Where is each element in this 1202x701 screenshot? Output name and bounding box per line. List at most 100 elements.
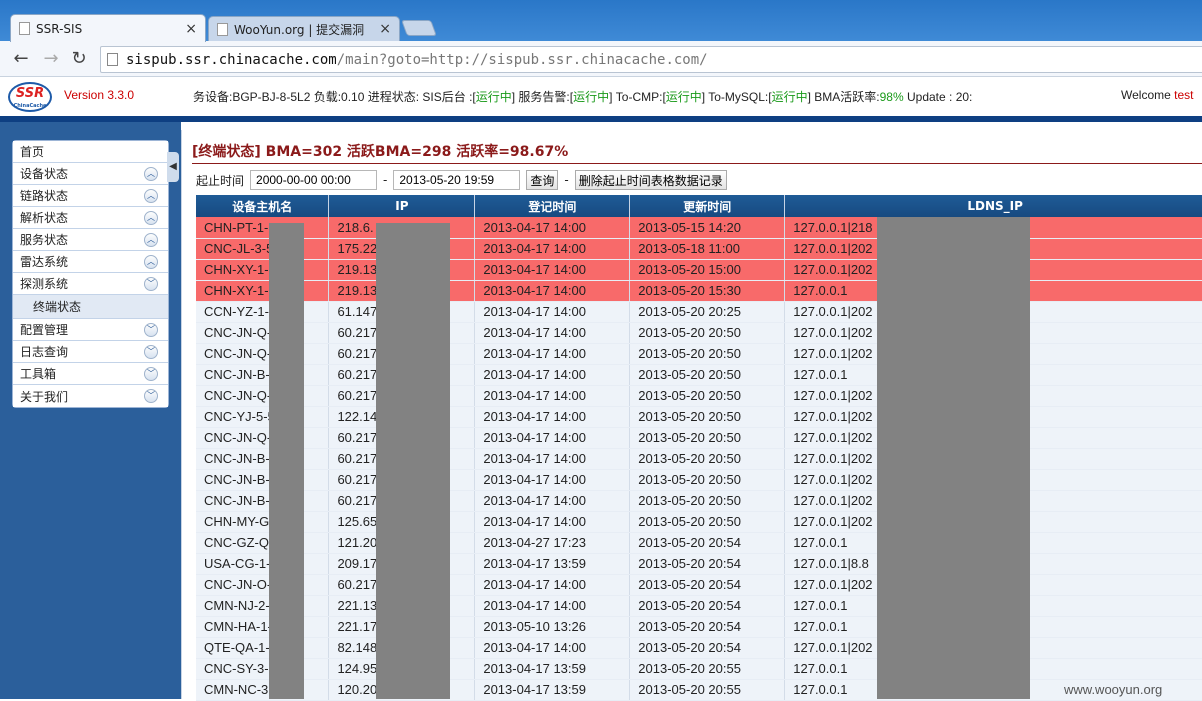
url-host: sispub.ssr.chinacache.com <box>126 51 337 68</box>
chevron-up-icon[interactable]: ︿ <box>144 233 158 247</box>
redaction-bar <box>376 223 450 699</box>
sidebar-collapse-handle[interactable]: ◀ <box>167 152 179 182</box>
column-header-ldns-ip[interactable]: LDNS_IP <box>784 195 1202 217</box>
sidebar-item-link-status[interactable]: 链路状态 ︿ <box>13 185 168 207</box>
welcome-label: Welcome <box>1121 88 1171 102</box>
chevron-up-icon[interactable]: ︿ <box>144 211 158 225</box>
table-row[interactable]: CNC-JN-Q- 60.217 2013-04-17 14:00 2013-05-2… <box>196 322 1202 344</box>
table-row[interactable]: CHN-PT-1- 218.6. 2013-04-17 14:00 2013-05-1… <box>196 217 1202 239</box>
cell-register-time: 2013-05-10 13:26 <box>474 616 631 638</box>
chevron-down-icon[interactable]: ﹀ <box>144 389 158 403</box>
column-header-ip[interactable]: IP <box>328 195 476 217</box>
table-row[interactable]: QTE-QA-1- 82.148 2013-04-17 14:00 2013-05-2… <box>196 637 1202 659</box>
table-row[interactable]: USA-CG-1- 209.17 2013-04-17 13:59 2013-05-2… <box>196 553 1202 575</box>
forward-arrow-icon[interactable]: → <box>40 48 62 70</box>
tab-wooyun[interactable]: WooYun.org | 提交漏洞 × <box>208 16 400 41</box>
sidebar-item-about[interactable]: 关于我们 ﹀ <box>13 385 168 407</box>
table-row[interactable]: CNC-JN-Q- 60.217 2013-04-17 14:00 2013-05-2… <box>196 385 1202 407</box>
table-row[interactable]: CNC-JN-Q- 60.217 2013-04-17 14:00 2013-05-2… <box>196 343 1202 365</box>
cell-update-time: 2013-05-20 20:50 <box>629 406 786 428</box>
cell-register-time: 2013-04-17 14:00 <box>474 595 631 617</box>
cell-update-time: 2013-05-18 11:00 <box>629 238 786 260</box>
cell-update-time: 2013-05-20 15:00 <box>629 259 786 281</box>
sidebar-item-service-status[interactable]: 服务状态 ︿ <box>13 229 168 251</box>
table-row[interactable]: CNC-JN-O- 60.217 2013-04-17 14:00 2013-05-2… <box>196 574 1202 596</box>
query-button[interactable]: 查询 <box>526 170 559 190</box>
tab-ssr-sis[interactable]: SSR-SIS × <box>10 14 206 42</box>
sidebar-item-label: 工具箱 <box>20 367 57 381</box>
back-arrow-icon[interactable]: ← <box>10 48 32 70</box>
column-header-hostname[interactable]: 设备主机名 <box>196 195 330 217</box>
sidebar-item-label: 设备状态 <box>20 167 69 181</box>
status-ticker: 务设备:BGP-BJ-8-5L2 负载:0.10 进程状态: SIS后台 :[运… <box>193 88 973 105</box>
sidebar-item-config[interactable]: 配置管理 ﹀ <box>13 319 168 341</box>
chevron-up-icon[interactable]: ︿ <box>144 189 158 203</box>
sidebar-subitem-terminal-status[interactable]: 终端状态 <box>13 295 168 319</box>
cell-hostname: CNC-YJ-5-5 <box>196 406 330 428</box>
reload-icon[interactable]: ↻ <box>68 48 90 70</box>
page-icon <box>217 22 228 36</box>
table-row[interactable]: CHN-XY-1- 219.13 2013-04-17 14:00 2013-05-2… <box>196 280 1202 302</box>
tab-title: SSR-SIS <box>36 21 83 36</box>
redaction-bar <box>877 217 1030 699</box>
table-row[interactable]: CNC-JN-B- 60.217 2013-04-17 14:00 2013-05-2… <box>196 469 1202 491</box>
sidebar-item-resolve-status[interactable]: 解析状态 ︿ <box>13 207 168 229</box>
status-text: ] To-MySQL:[ <box>701 90 772 104</box>
table-row[interactable]: CCN-YZ-1- 61.147 2013-04-17 14:00 2013-05-2… <box>196 301 1202 323</box>
table-row[interactable]: CNC-JN-B- 60.217 2013-04-17 14:00 2013-05-2… <box>196 448 1202 470</box>
new-tab-button[interactable] <box>401 20 437 36</box>
table-header-row: 设备主机名 IP 登记时间 更新时间 LDNS_IP <box>196 195 1202 217</box>
sidebar-item-radar-system[interactable]: 雷达系统 ︿ <box>13 251 168 273</box>
table-row[interactable]: CNC-JL-3-5 175.22 2013-04-17 14:00 2013-05-… <box>196 238 1202 260</box>
bma-rate: 98% <box>879 90 904 104</box>
chevron-down-icon[interactable]: ﹀ <box>144 323 158 337</box>
status-text: ] BMA活跃率: <box>807 90 880 104</box>
column-header-update-time[interactable]: 更新时间 <box>629 195 786 217</box>
cell-register-time: 2013-04-17 14:00 <box>474 511 631 533</box>
delete-records-button[interactable]: 删除起止时间表格数据记录 <box>574 170 727 190</box>
user-name[interactable]: test <box>1174 88 1193 102</box>
cell-hostname: CNC-JN-B- <box>196 448 330 470</box>
table-row[interactable]: CMN-NJ-2- 221.13 2013-04-17 14:00 2013-05-2… <box>196 595 1202 617</box>
table-row[interactable]: CNC-GZ-Q 121.20 2013-04-27 17:23 2013-05-20… <box>196 532 1202 554</box>
close-icon[interactable]: × <box>379 21 391 37</box>
cell-update-time: 2013-05-20 20:50 <box>629 343 786 365</box>
chevron-down-icon[interactable]: ﹀ <box>144 277 158 291</box>
end-time-input[interactable] <box>393 170 521 190</box>
table-row[interactable]: CMN-HA-1- 221.17 2013-05-10 13:26 2013-05-2… <box>196 616 1202 638</box>
table-row[interactable]: CNC-JN-B- 60.217 2013-04-17 14:00 2013-05-2… <box>196 490 1202 512</box>
chevron-down-icon[interactable]: ﹀ <box>144 345 158 359</box>
sidebar-item-device-status[interactable]: 设备状态 ︿ <box>13 163 168 185</box>
chevron-up-icon[interactable]: ︿ <box>144 167 158 181</box>
sidebar-item-toolbox[interactable]: 工具箱 ﹀ <box>13 363 168 385</box>
cell-update-time: 2013-05-15 14:20 <box>629 217 786 239</box>
sidebar-item-log-query[interactable]: 日志查询 ﹀ <box>13 341 168 363</box>
chevron-up-icon[interactable]: ︿ <box>144 255 158 269</box>
table-row[interactable]: CHN-MY-G- 125.65 2013-04-17 14:00 2013-05-2… <box>196 511 1202 533</box>
column-header-register-time[interactable]: 登记时间 <box>474 195 631 217</box>
table-row[interactable]: CMN-NC-3 120.20 2013-04-17 13:59 2013-05-20… <box>196 679 1202 701</box>
table-row[interactable]: CHN-XY-1- 219.13 2013-04-17 14:00 2013-05-2… <box>196 259 1202 281</box>
table-row[interactable]: CNC-JN-B- 60.217 2013-04-17 14:00 2013-05-2… <box>196 364 1202 386</box>
sidebar-item-probe-system[interactable]: 探测系统 ﹀ <box>13 273 168 295</box>
status-text: ] To-CMP:[ <box>609 90 666 104</box>
cell-update-time: 2013-05-20 20:54 <box>629 532 786 554</box>
sidebar-item-label: 雷达系统 <box>20 255 69 269</box>
cell-update-time: 2013-05-20 20:50 <box>629 490 786 512</box>
logo-subtext: ChinaCache <box>13 103 47 109</box>
table-row[interactable]: CNC-SY-3- 124.95 2013-04-17 13:59 2013-05-2… <box>196 658 1202 680</box>
cell-register-time: 2013-04-17 14:00 <box>474 427 631 449</box>
start-time-input[interactable] <box>250 170 378 190</box>
table-row[interactable]: CNC-YJ-5-5 122.14 2013-04-17 14:00 2013-05-… <box>196 406 1202 428</box>
cell-update-time: 2013-05-20 20:54 <box>629 637 786 659</box>
ssr-logo: SSR ChinaCache <box>8 82 52 112</box>
sidebar-item-home[interactable]: 首页 <box>13 141 168 163</box>
cell-update-time: 2013-05-20 20:50 <box>629 364 786 386</box>
address-bar[interactable]: sispub.ssr.chinacache.com/main?goto=http… <box>100 46 1202 73</box>
cell-register-time: 2013-04-17 14:00 <box>474 259 631 281</box>
sidebar-item-label: 关于我们 <box>20 389 69 404</box>
table-row[interactable]: CNC-JN-Q- 60.217 2013-04-17 14:00 2013-05-2… <box>196 427 1202 449</box>
close-icon[interactable]: × <box>185 21 197 37</box>
chevron-down-icon[interactable]: ﹀ <box>144 367 158 381</box>
cell-register-time: 2013-04-17 13:59 <box>474 553 631 575</box>
